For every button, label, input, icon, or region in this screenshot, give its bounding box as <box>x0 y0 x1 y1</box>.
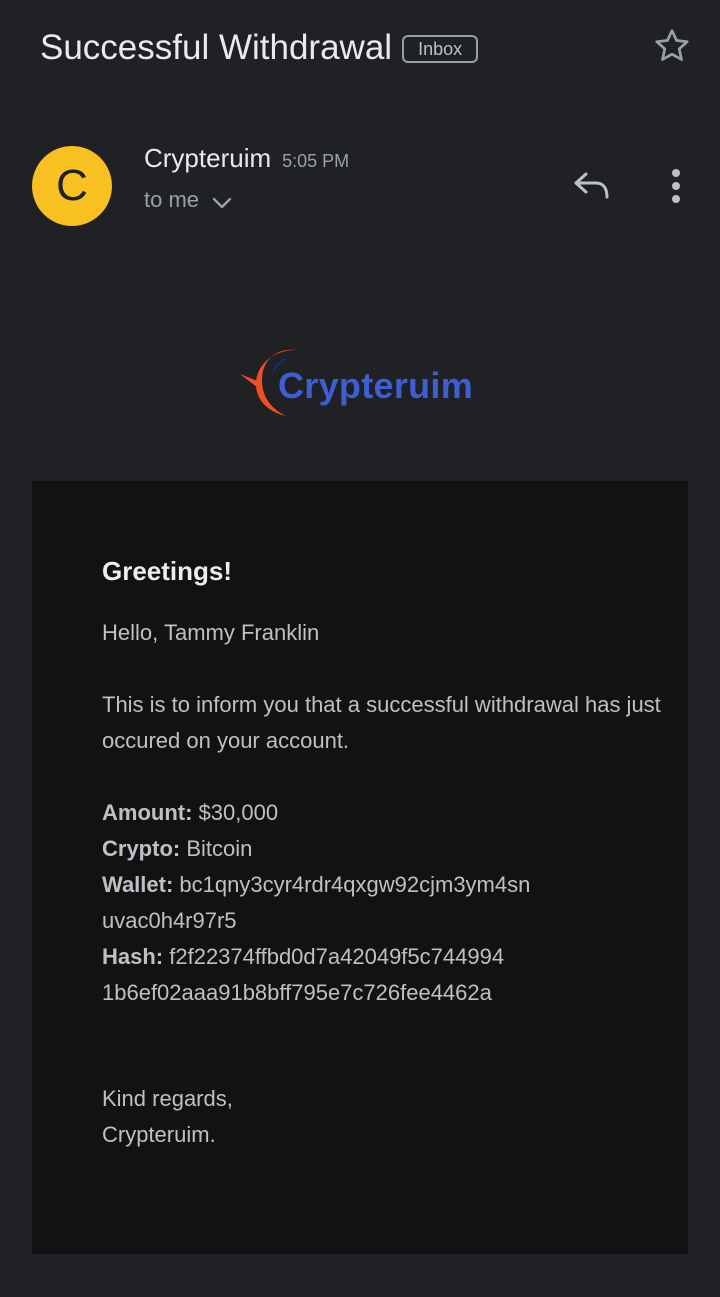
detail-row-hash: Hash: f2f22374ffbd0d7a42049f5c744994 1b6… <box>102 939 662 1011</box>
avatar-initial: C <box>56 161 88 210</box>
recipient-details-toggle[interactable]: to me <box>144 184 233 216</box>
sender-name[interactable]: Crypteruim <box>144 140 271 176</box>
more-vertical-icon[interactable] <box>654 162 698 210</box>
closing-signature: Crypteruim. <box>102 1122 216 1147</box>
brand-logo: Crypteruim <box>238 344 478 420</box>
email-subject: Successful Withdrawal <box>40 28 393 67</box>
brand-logo-text: Crypteruim <box>278 365 474 406</box>
closing-line: Kind regards, <box>102 1086 233 1111</box>
greeting-heading: Greetings! <box>102 556 233 586</box>
detail-row-wallet: Wallet: bc1qny3cyr4rdr4qxgw92cjm3ym4sn u… <box>102 867 662 939</box>
sender-line: Crypteruim 5:05 PM <box>144 140 349 176</box>
detail-value: Bitcoin <box>186 836 253 861</box>
intro-paragraph: This is to inform you that a successful … <box>102 692 661 753</box>
detail-label: Crypto: <box>102 836 181 861</box>
inbox-label-chip[interactable]: Inbox <box>402 35 479 63</box>
recipient-text: to me <box>144 187 200 212</box>
sender-avatar[interactable]: C <box>32 146 112 226</box>
detail-value: f2f22374ffbd0d7a42049f5c744994 1b6ef02aa… <box>102 944 505 1005</box>
detail-row-amount: Amount: $30,000 <box>102 795 662 831</box>
email-view: Successful Withdrawal Inbox C Crypteruim… <box>0 0 720 1297</box>
salutation: Hello, Tammy Franklin <box>102 620 320 645</box>
message-content: Greetings! Hello, Tammy Franklin This is… <box>102 551 662 1153</box>
withdrawal-details: Amount: $30,000 Crypto: Bitcoin Wallet: … <box>102 795 662 1011</box>
star-icon[interactable] <box>648 22 696 70</box>
reply-icon[interactable] <box>566 164 618 208</box>
message-body-card: Greetings! Hello, Tammy Franklin This is… <box>32 481 688 1254</box>
chevron-down-icon[interactable] <box>211 196 233 210</box>
detail-label: Hash: <box>102 944 164 969</box>
subject-row: Successful Withdrawal Inbox <box>40 24 700 72</box>
sent-time: 5:05 PM <box>282 151 350 171</box>
detail-row-crypto: Crypto: Bitcoin <box>102 831 662 867</box>
detail-value: $30,000 <box>198 800 279 825</box>
detail-label: Wallet: <box>102 872 174 897</box>
detail-label: Amount: <box>102 800 193 825</box>
